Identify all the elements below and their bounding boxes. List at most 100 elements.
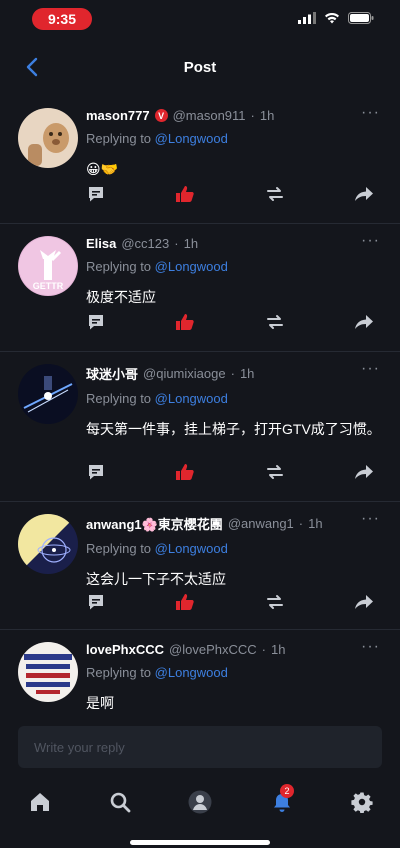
username[interactable]: anwang1🌸東京櫻花團: [86, 514, 223, 533]
comment-icon: [89, 315, 103, 330]
post-content: 极度不适应: [86, 289, 156, 305]
list-item: mason777 V @mason911 · 1h Replying to @L…: [0, 96, 400, 224]
more-options-button[interactable]: ···: [361, 360, 380, 378]
comment-button[interactable]: [86, 592, 106, 612]
comment-icon: [89, 187, 103, 202]
replying-label: Replying to: [86, 131, 152, 146]
replying-label: Replying to: [86, 259, 152, 274]
avatar-text: GETTR: [33, 281, 64, 291]
tab-home[interactable]: [28, 790, 52, 814]
reply-mention-link[interactable]: @Longwood: [155, 665, 228, 680]
tab-search[interactable]: [108, 790, 132, 814]
comment-button[interactable]: [86, 462, 106, 482]
like-icon: [176, 594, 195, 610]
share-button[interactable]: [354, 312, 374, 332]
repost-button[interactable]: [265, 462, 285, 482]
user-handle[interactable]: @mason911: [173, 108, 246, 123]
reply-input[interactable]: [18, 726, 382, 768]
comment-icon: [89, 595, 103, 610]
page-title: Post: [183, 59, 217, 76]
share-button[interactable]: [354, 462, 374, 482]
timestamp: 1h: [239, 366, 255, 381]
share-button[interactable]: [354, 184, 374, 204]
avatar[interactable]: GETTR: [18, 236, 78, 296]
timestamp: 1h: [271, 642, 286, 657]
share-button[interactable]: [354, 592, 374, 612]
username[interactable]: Elisa: [86, 236, 116, 251]
notification-count-badge: 2: [280, 784, 294, 798]
post-content: 是啊: [86, 695, 114, 711]
top-nav-bar: Post: [0, 44, 400, 92]
wifi-icon: [325, 12, 339, 24]
username[interactable]: mason777: [86, 108, 150, 123]
share-icon: [354, 187, 373, 201]
repost-button[interactable]: [265, 184, 285, 204]
share-icon: [354, 595, 373, 609]
like-icon: [176, 314, 195, 330]
user-handle[interactable]: @qiumixiaoge: [143, 366, 226, 381]
more-options-button[interactable]: ···: [361, 104, 380, 122]
user-handle[interactable]: @lovePhxCCC: [169, 642, 257, 657]
timestamp: 1h: [308, 516, 323, 531]
share-icon: [354, 315, 373, 329]
comment-button[interactable]: [86, 184, 106, 204]
home-indicator: [130, 840, 270, 845]
share-icon: [354, 465, 373, 479]
verified-badge-icon: V: [154, 109, 168, 122]
avatar-icon: [188, 790, 212, 814]
reply-mention-link[interactable]: @Longwood: [155, 541, 228, 556]
gear-icon: [351, 792, 373, 813]
like-button[interactable]: [175, 462, 195, 482]
reply-mention-link[interactable]: @Longwood: [155, 391, 228, 406]
more-options-button[interactable]: ···: [361, 510, 380, 528]
avatar[interactable]: [18, 364, 78, 424]
reply-mention-link[interactable]: @Longwood: [155, 131, 228, 146]
repost-icon: [266, 595, 283, 609]
timestamp: 1h: [183, 236, 199, 251]
more-options-button[interactable]: ···: [361, 638, 380, 656]
user-handle[interactable]: @anwang1: [228, 516, 294, 531]
like-button[interactable]: [175, 592, 195, 612]
like-button[interactable]: [175, 184, 195, 204]
tab-profile[interactable]: [188, 790, 212, 814]
status-bar: 9:35: [0, 0, 400, 40]
post-content: 😀🤝: [86, 161, 119, 177]
replying-label: Replying to: [86, 665, 152, 680]
username[interactable]: 球迷小哥: [86, 364, 138, 383]
avatar[interactable]: [18, 108, 78, 168]
replying-label: Replying to: [86, 541, 152, 556]
repost-icon: [266, 187, 283, 201]
avatar[interactable]: [18, 514, 78, 574]
list-item: lovePhxCCC @lovePhxCCC · 1h Replying to …: [0, 630, 400, 714]
tab-settings[interactable]: [350, 790, 374, 814]
username[interactable]: lovePhxCCC: [86, 642, 164, 657]
reply-mention-link[interactable]: @Longwood: [155, 259, 228, 274]
comment-button[interactable]: [86, 312, 106, 332]
like-button[interactable]: [175, 312, 195, 332]
avatar[interactable]: [18, 642, 78, 702]
user-handle[interactable]: @cc123: [121, 236, 169, 251]
repost-icon: [266, 465, 283, 479]
like-icon: [176, 464, 195, 480]
reply-composer: [0, 714, 400, 780]
list-item: anwang1🌸東京櫻花團 @anwang1 · 1h Replying to …: [0, 502, 400, 630]
cellular-signal-icon: [298, 12, 316, 24]
replying-label: Replying to: [86, 391, 152, 406]
battery-icon: [348, 12, 374, 24]
more-options-button[interactable]: ···: [361, 232, 380, 250]
list-item: 球迷小哥 @qiumixiaoge · 1h Replying to @Long…: [0, 352, 400, 502]
replies-list: mason777 V @mason911 · 1h Replying to @L…: [0, 96, 400, 714]
search-icon: [110, 792, 131, 813]
bottom-tab-bar: 2: [0, 780, 400, 848]
like-icon: [176, 186, 195, 202]
tab-notifications[interactable]: 2: [270, 784, 294, 814]
post-content: 这会儿一下子不太适应: [86, 571, 226, 587]
post-content: 每天第一件事，挂上梯子，打开GTV成了习惯。: [86, 421, 381, 437]
status-time: 9:35: [32, 8, 92, 30]
timestamp: 1h: [259, 108, 275, 123]
home-icon: [31, 793, 49, 811]
comment-icon: [89, 465, 103, 480]
list-item: GETTR Elisa @cc123 · 1h Replying to @Lon…: [0, 224, 400, 352]
repost-button[interactable]: [265, 312, 285, 332]
repost-button[interactable]: [265, 592, 285, 612]
